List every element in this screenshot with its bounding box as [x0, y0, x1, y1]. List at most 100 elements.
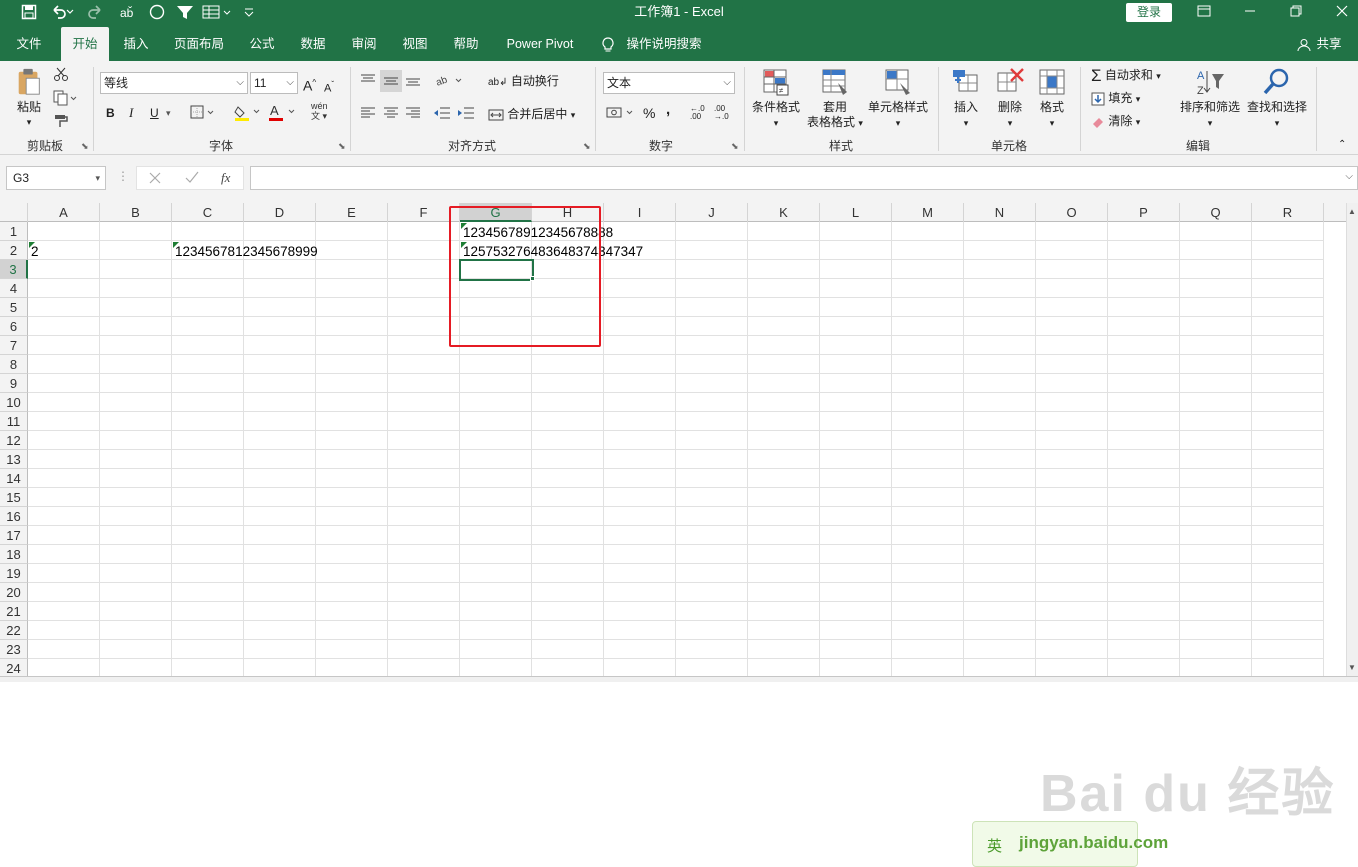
scroll-down-icon[interactable]: ▼: [1348, 663, 1356, 672]
login-button[interactable]: 登录: [1126, 3, 1172, 22]
cell-styles-button[interactable]: 单元格样式 ▾: [866, 67, 930, 131]
fill-color-icon[interactable]: [234, 103, 262, 125]
format-as-table-button[interactable]: 套用 表格格式 ▾: [806, 67, 864, 131]
tab-help[interactable]: 帮助: [444, 27, 488, 61]
row-header-6[interactable]: 6: [0, 317, 28, 336]
cut-icon[interactable]: [53, 66, 69, 86]
tell-me-search[interactable]: 操作说明搜索: [624, 27, 704, 61]
tab-power-pivot[interactable]: Power Pivot: [498, 27, 582, 61]
decrease-indent-icon[interactable]: [433, 106, 451, 124]
tab-view[interactable]: 视图: [393, 27, 437, 61]
align-top-icon[interactable]: [360, 73, 376, 91]
column-header-P[interactable]: P: [1108, 203, 1180, 222]
tab-formulas[interactable]: 公式: [240, 27, 284, 61]
row-header-22[interactable]: 22: [0, 621, 28, 640]
row-header-9[interactable]: 9: [0, 374, 28, 393]
share-button[interactable]: 共享: [1314, 27, 1344, 61]
column-header-N[interactable]: N: [964, 203, 1036, 222]
borders-icon[interactable]: [190, 105, 216, 123]
expand-formula-bar-icon[interactable]: ⌵: [1345, 171, 1353, 182]
wrap-text-button[interactable]: ab↲ 自动换行: [488, 73, 559, 91]
delete-cells-button[interactable]: 删除 ▾: [990, 67, 1030, 131]
font-name-combo[interactable]: 等线 ⌵: [100, 72, 248, 94]
column-header-O[interactable]: O: [1036, 203, 1108, 222]
row-header-4[interactable]: 4: [0, 279, 28, 298]
chevron-down-icon[interactable]: ▾: [166, 105, 171, 121]
decrease-decimal-icon[interactable]: .00 →.0: [714, 105, 729, 121]
row-header-14[interactable]: 14: [0, 469, 28, 488]
copy-icon[interactable]: [53, 90, 77, 110]
fill-button[interactable]: 填充 ▾: [1091, 90, 1140, 107]
sort-filter-button[interactable]: AZ 排序和筛选 ▾: [1178, 67, 1242, 131]
row-header-23[interactable]: 23: [0, 640, 28, 659]
increase-indent-icon[interactable]: [457, 106, 475, 124]
dialog-launcher-icon[interactable]: ⬊: [338, 141, 346, 152]
column-header-J[interactable]: J: [676, 203, 748, 222]
currency-icon[interactable]: [606, 106, 636, 124]
cell-A2[interactable]: 2: [29, 242, 39, 261]
tab-page-layout[interactable]: 页面布局: [166, 27, 232, 61]
orientation-icon[interactable]: ab: [435, 73, 464, 91]
row-header-12[interactable]: 12: [0, 431, 28, 450]
cancel-icon[interactable]: [149, 170, 161, 187]
font-size-combo[interactable]: 11 ⌵: [250, 72, 298, 94]
increase-decimal-icon[interactable]: ←.0.00: [690, 105, 705, 121]
column-header-C[interactable]: C: [172, 203, 244, 222]
row-header-7[interactable]: 7: [0, 336, 28, 355]
paste-button[interactable]: 粘贴 ▾: [10, 67, 48, 130]
tab-file[interactable]: 文件: [6, 27, 52, 61]
align-right-icon[interactable]: [405, 106, 421, 124]
cell-C2[interactable]: 1234567812345678999: [173, 242, 318, 261]
column-header-M[interactable]: M: [892, 203, 964, 222]
dialog-launcher-icon[interactable]: ⬊: [731, 141, 739, 152]
tab-home[interactable]: 开始: [61, 27, 109, 61]
name-box[interactable]: G3 ▾: [6, 166, 106, 190]
row-header-11[interactable]: 11: [0, 412, 28, 431]
row-header-1[interactable]: 1: [0, 222, 28, 241]
scroll-up-icon[interactable]: ▲: [1348, 207, 1356, 216]
ribbon-display-options-icon[interactable]: [1181, 0, 1227, 26]
phonetic-icon[interactable]: wén 文 ▾: [311, 101, 328, 121]
row-header-10[interactable]: 10: [0, 393, 28, 412]
font-color-icon[interactable]: A: [268, 103, 298, 125]
row-header-20[interactable]: 20: [0, 583, 28, 602]
format-painter-icon[interactable]: [53, 113, 69, 133]
column-header-R[interactable]: R: [1252, 203, 1324, 222]
insert-cells-button[interactable]: 插入 ▾: [946, 67, 986, 131]
comma-button[interactable]: ,: [666, 102, 670, 118]
close-icon[interactable]: [1319, 0, 1358, 26]
underline-button[interactable]: U: [150, 105, 159, 121]
grow-font-button[interactable]: A^: [303, 75, 316, 94]
column-header-B[interactable]: B: [100, 203, 172, 222]
row-header-5[interactable]: 5: [0, 298, 28, 317]
column-header-D[interactable]: D: [244, 203, 316, 222]
row-header-17[interactable]: 17: [0, 526, 28, 545]
row-header-16[interactable]: 16: [0, 507, 28, 526]
formula-input[interactable]: ⌵: [250, 166, 1358, 190]
column-header-A[interactable]: A: [28, 203, 100, 222]
format-cells-button[interactable]: 格式 ▾: [1032, 67, 1072, 131]
column-header-L[interactable]: L: [820, 203, 892, 222]
row-header-18[interactable]: 18: [0, 545, 28, 564]
column-header-I[interactable]: I: [604, 203, 676, 222]
find-select-button[interactable]: 查找和选择 ▾: [1244, 67, 1310, 131]
worksheet-grid[interactable]: ABCDEFGHIJKLMNOPQR 1 2 3 4 5 6 7 8 9 10 11 12 13 14 15…: [0, 203, 1358, 867]
italic-button[interactable]: I: [129, 105, 133, 121]
vertical-scrollbar[interactable]: ▲ ▼: [1346, 203, 1358, 682]
align-middle-icon[interactable]: [380, 70, 402, 92]
align-bottom-icon[interactable]: [405, 73, 421, 91]
splitter-handle-icon[interactable]: ⋮: [117, 169, 129, 183]
bold-button[interactable]: B: [106, 105, 115, 121]
row-header-21[interactable]: 21: [0, 602, 28, 621]
tab-data[interactable]: 数据: [291, 27, 335, 61]
select-all-corner[interactable]: [0, 203, 28, 222]
tab-review[interactable]: 审阅: [342, 27, 386, 61]
percent-button[interactable]: %: [643, 105, 655, 121]
row-header-2[interactable]: 2: [0, 241, 28, 260]
row-header-19[interactable]: 19: [0, 564, 28, 583]
row-header-13[interactable]: 13: [0, 450, 28, 469]
conditional-format-button[interactable]: ≠ 条件格式 ▾: [748, 67, 804, 131]
shrink-font-button[interactable]: Aˇ: [324, 77, 334, 97]
column-header-E[interactable]: E: [316, 203, 388, 222]
restore-icon[interactable]: [1273, 0, 1319, 26]
